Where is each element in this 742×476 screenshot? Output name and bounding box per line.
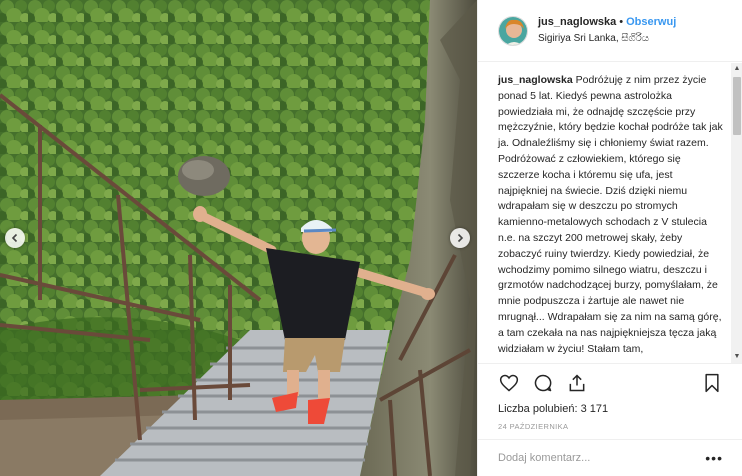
post-actions: Liczba polubień: 3 171 24 PAŹDZIERNIKA (478, 363, 742, 439)
scrollbar-thumb[interactable] (733, 77, 741, 135)
share-icon (569, 374, 585, 392)
header-separator: • (619, 16, 624, 28)
photo-scene (0, 0, 477, 476)
comment-button[interactable] (532, 372, 554, 394)
likes-count[interactable]: Liczba polubień: 3 171 (498, 402, 723, 416)
next-photo-button[interactable] (450, 228, 470, 248)
avatar[interactable] (498, 15, 528, 46)
post-photo[interactable] (0, 0, 477, 476)
follow-button[interactable]: Obserwuj (626, 16, 676, 28)
save-button[interactable] (701, 372, 723, 394)
post-header: jus_naglowska • Obserwuj Sigiriya Sri Lank… (478, 0, 742, 62)
likes-number: 3 171 (580, 403, 609, 415)
likes-label: Liczba polubień: (498, 403, 578, 415)
location-link[interactable]: Sigiriya Sri Lanka, සීගිරිය (538, 32, 676, 46)
caption: jus_naglowska Podróżuję z nim przez życi… (498, 73, 724, 357)
comment-input[interactable] (498, 452, 706, 464)
scroll-up-arrow[interactable]: ▲ (731, 63, 742, 75)
prev-photo-button[interactable] (5, 228, 25, 248)
post-side-panel: jus_naglowska • Obserwuj Sigiriya Sri Lank… (477, 0, 742, 476)
more-options-icon[interactable]: ••• (705, 450, 723, 466)
scroll-down-arrow[interactable]: ▼ (731, 351, 742, 363)
chevron-right-icon (457, 233, 464, 243)
avatar-image (499, 16, 527, 45)
comment-icon (534, 374, 552, 392)
chevron-left-icon (11, 233, 18, 243)
like-button[interactable] (498, 372, 520, 394)
caption-author[interactable]: jus_naglowska (498, 74, 573, 86)
heart-icon (499, 374, 519, 392)
post-date[interactable]: 24 PAŹDZIERNIKA (498, 422, 723, 431)
comment-bar: ••• (478, 439, 742, 476)
scrollbar[interactable]: ▲ ▼ (731, 63, 742, 363)
share-button[interactable] (566, 372, 588, 394)
bookmark-icon (705, 373, 719, 393)
caption-scroll-area[interactable]: jus_naglowska Podróżuję z nim przez życi… (478, 63, 742, 363)
caption-text: Podróżuję z nim przez życie ponad 5 lat.… (498, 74, 723, 355)
username-link[interactable]: jus_naglowska (538, 16, 616, 28)
